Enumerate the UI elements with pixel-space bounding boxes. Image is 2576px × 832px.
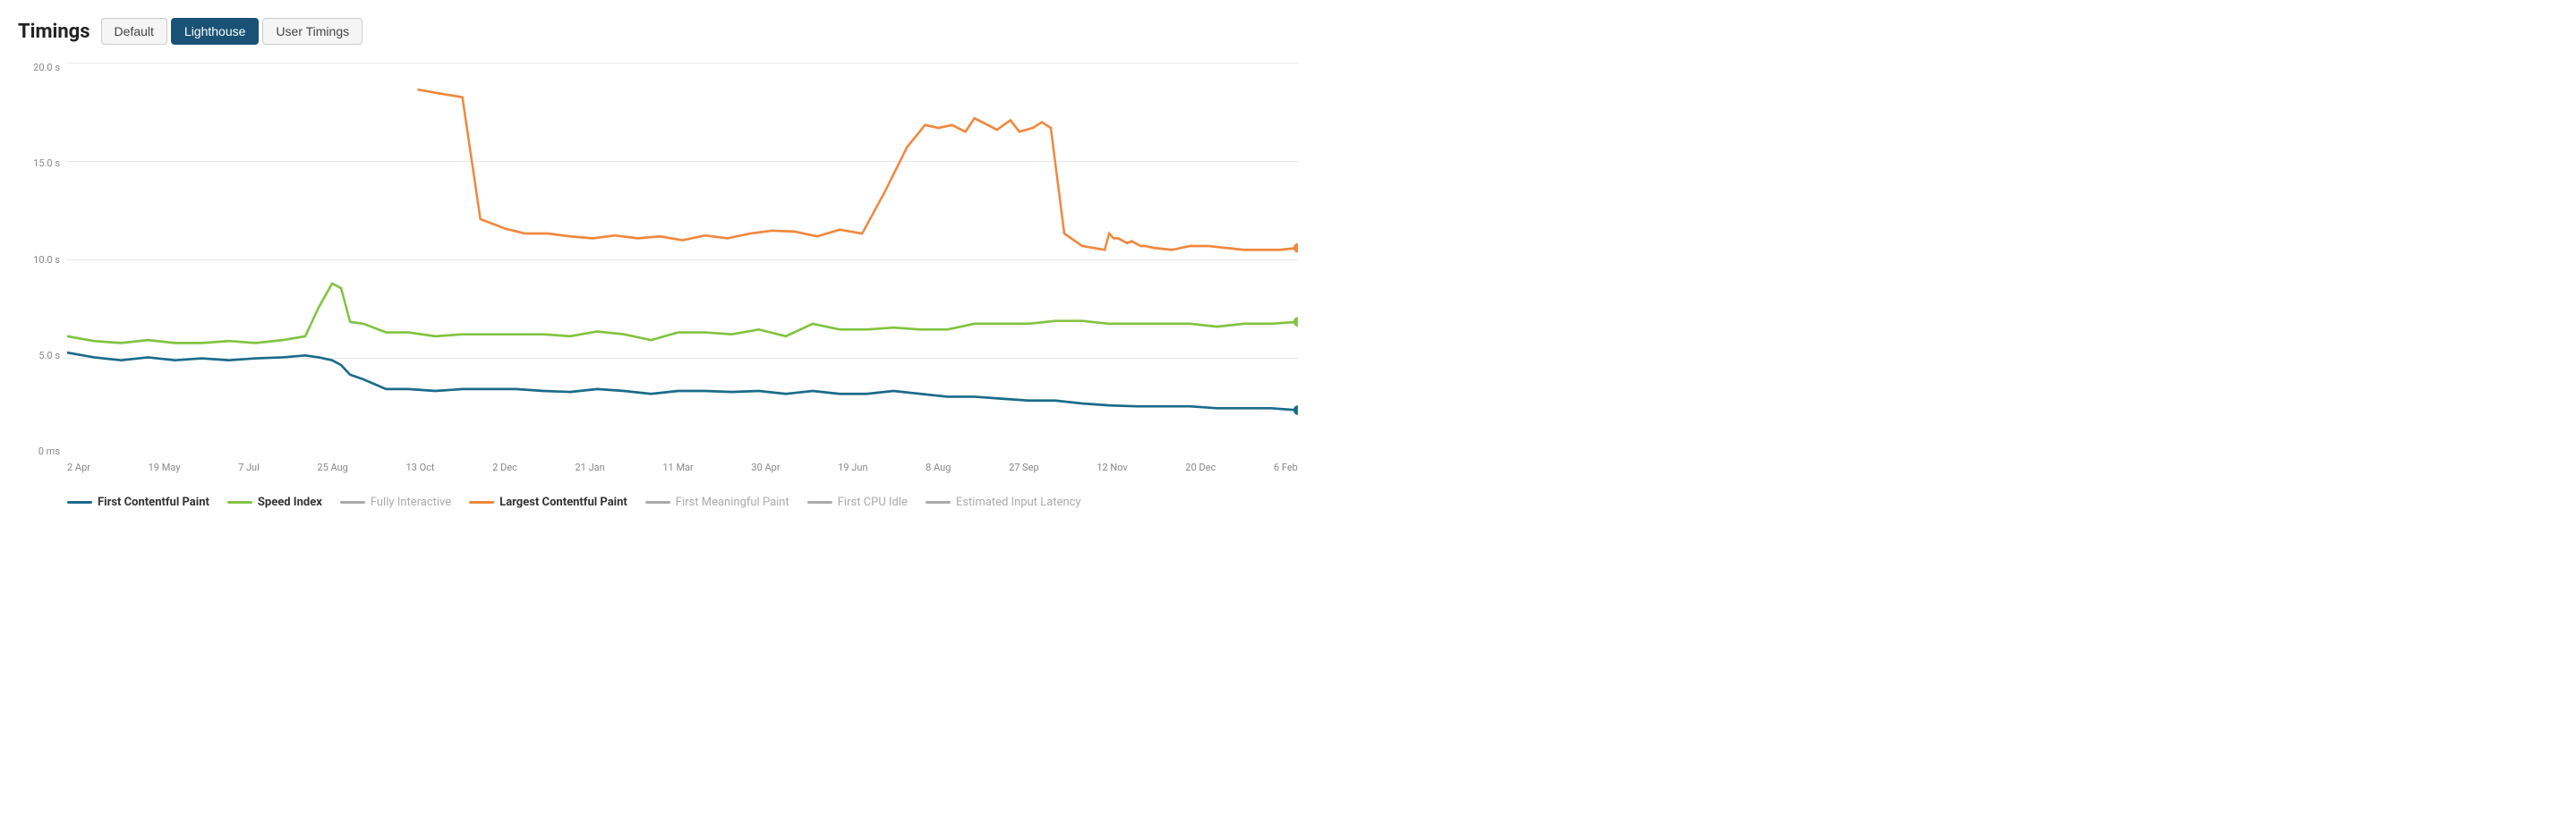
legend: First Contentful Paint Speed Index Fully… xyxy=(18,496,1307,509)
x-label-oct: 13 Oct xyxy=(405,462,434,473)
x-label-mar: 11 Mar xyxy=(662,462,693,473)
x-label-jun: 19 Jun xyxy=(838,462,867,473)
legend-eil-line xyxy=(925,501,951,504)
x-label-aug2: 8 Aug xyxy=(925,462,951,473)
y-label-15: 15.0 s xyxy=(33,158,60,168)
x-label-nov: 12 Nov xyxy=(1096,462,1127,473)
legend-fi: Fully Interactive xyxy=(340,496,451,509)
tab-default[interactable]: Default xyxy=(101,18,167,45)
tab-user-timings[interactable]: User Timings xyxy=(262,18,363,45)
chart-wrapper: 20.0 s 15.0 s 10.0 s 5.0 s 0 ms xyxy=(18,63,1307,483)
legend-si-line xyxy=(227,501,252,504)
line-speed-index xyxy=(67,284,1298,344)
x-label-dec1: 2 Dec xyxy=(492,462,517,473)
header: Timings Default Lighthouse User Timings xyxy=(18,18,1307,45)
legend-si: Speed Index xyxy=(227,496,322,509)
x-axis: 2 Apr 19 May 7 Jul 25 Aug 13 Oct 2 Dec 2… xyxy=(67,456,1298,483)
x-label-apr2: 30 Apr xyxy=(751,462,780,473)
legend-fi-label: Fully Interactive xyxy=(371,496,451,509)
legend-fci-line xyxy=(807,501,832,504)
legend-fcp: First Contentful Paint xyxy=(67,496,209,509)
line-fcp xyxy=(67,352,1298,410)
legend-fi-line xyxy=(340,501,365,504)
legend-fmp: First Meaningful Paint xyxy=(645,496,789,509)
tab-lighthouse[interactable]: Lighthouse xyxy=(171,18,260,45)
legend-fcp-line xyxy=(67,501,92,504)
x-label-may: 19 May xyxy=(149,462,181,473)
x-label-dec2: 20 Dec xyxy=(1185,462,1215,473)
legend-eil: Estimated Input Latency xyxy=(925,496,1081,509)
y-label-10: 10.0 s xyxy=(33,255,60,265)
legend-lcp-label: Largest Contentful Paint xyxy=(499,496,627,509)
lcp-end-dot xyxy=(1293,243,1298,253)
x-label-apr: 2 Apr xyxy=(67,462,90,473)
legend-lcp: Largest Contentful Paint xyxy=(469,496,627,509)
legend-fmp-label: First Meaningful Paint xyxy=(676,496,789,509)
chart-svg xyxy=(67,63,1298,456)
legend-fcp-label: First Contentful Paint xyxy=(98,496,209,509)
legend-fci: First CPU Idle xyxy=(807,496,908,509)
y-label-5: 5.0 s xyxy=(38,351,60,361)
y-label-20: 20.0 s xyxy=(33,63,60,72)
legend-lcp-line xyxy=(469,501,494,504)
x-label-feb: 6 Feb xyxy=(1274,462,1298,473)
fcp-end-dot xyxy=(1293,405,1298,415)
y-axis: 20.0 s 15.0 s 10.0 s 5.0 s 0 ms xyxy=(18,63,67,456)
si-end-dot xyxy=(1293,317,1298,327)
legend-fmp-line xyxy=(645,501,670,504)
x-label-jan: 21 Jan xyxy=(576,462,605,473)
x-label-aug: 25 Aug xyxy=(317,462,347,473)
page-title: Timings xyxy=(18,21,90,43)
timings-container: Timings Default Lighthouse User Timings … xyxy=(18,18,1307,509)
legend-si-label: Speed Index xyxy=(258,496,322,509)
chart-plot xyxy=(67,63,1298,456)
legend-fci-label: First CPU Idle xyxy=(838,496,908,509)
x-label-jul: 7 Jul xyxy=(238,462,260,473)
x-label-sep: 27 Sep xyxy=(1009,462,1039,473)
tab-group: Default Lighthouse User Timings xyxy=(101,18,363,45)
legend-eil-label: Estimated Input Latency xyxy=(956,496,1081,509)
y-label-0: 0 ms xyxy=(38,446,60,456)
line-lcp xyxy=(417,89,1298,250)
